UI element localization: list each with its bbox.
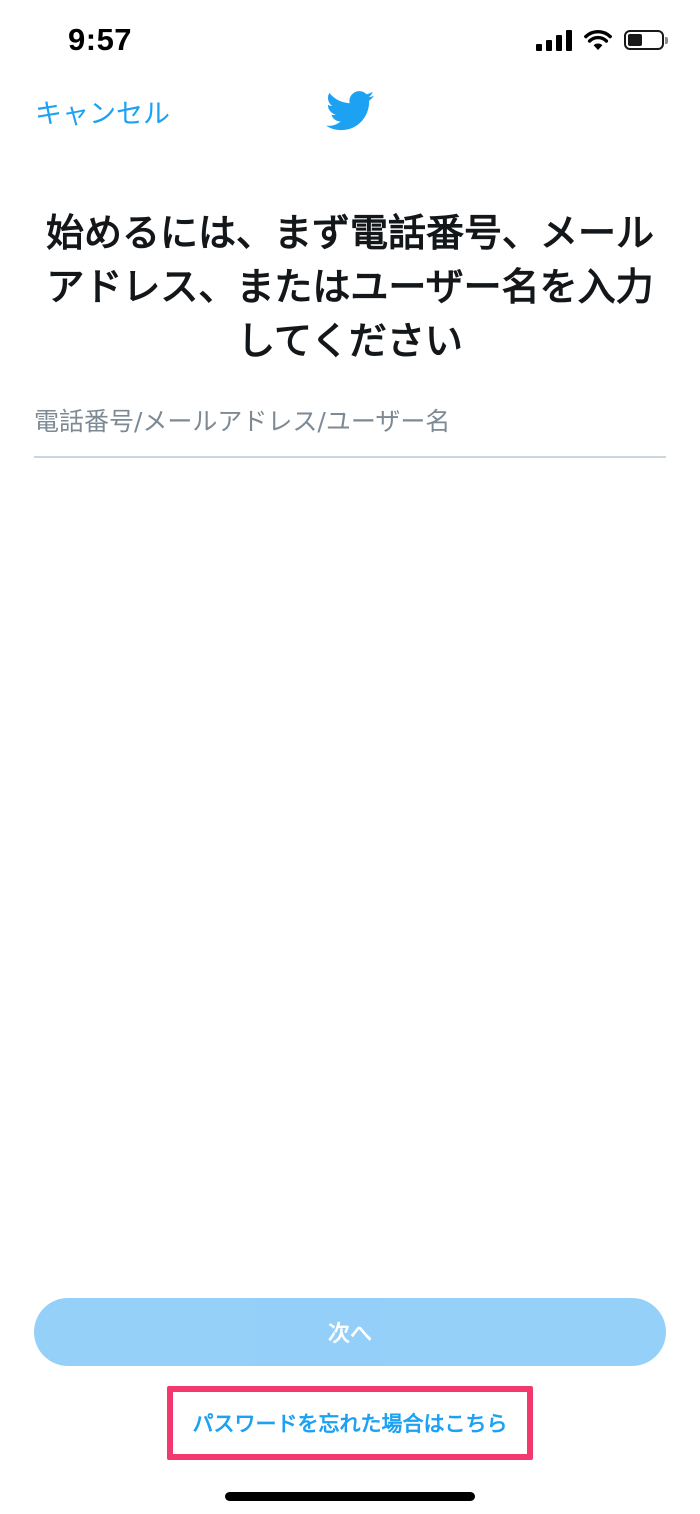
battery-cap <box>665 37 668 44</box>
status-time: 9:57 <box>68 22 133 57</box>
status-icons <box>536 26 668 54</box>
status-bar: 9:57 <box>0 0 700 80</box>
home-indicator[interactable] <box>225 1492 475 1501</box>
battery-fill <box>628 34 642 46</box>
wifi-icon <box>584 29 612 50</box>
cellular-signal-icon <box>536 29 572 51</box>
identifier-input[interactable] <box>34 386 666 458</box>
forgot-password-link[interactable]: パスワードを忘れた場合はこちら <box>167 1386 533 1460</box>
page-title: 始めるには、まず電話番号、メールアドレス、またはユーザー名を入力してください <box>45 211 654 363</box>
twitter-bird-icon <box>326 91 374 131</box>
battery-icon <box>624 30 668 50</box>
cancel-button[interactable]: キャンセル <box>35 92 170 131</box>
next-button[interactable]: 次へ <box>34 1298 666 1366</box>
